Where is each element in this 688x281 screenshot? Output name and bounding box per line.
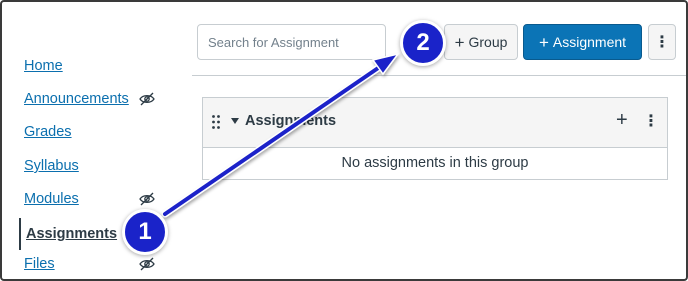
more-options-button[interactable]: ⋮ [648, 24, 676, 60]
assignment-group-header[interactable]: Assignments + ⋮ [203, 98, 667, 148]
nav-item-syllabus[interactable]: Syllabus [19, 153, 169, 179]
nav-item-label[interactable]: Syllabus [19, 158, 79, 174]
nav-item-label[interactable]: Home [19, 58, 63, 74]
eye-off-icon [139, 257, 155, 271]
assignment-group: Assignments + ⋮ No assignments in this g… [202, 97, 668, 180]
nav-item-grades[interactable]: Grades [19, 119, 169, 145]
eye-off-icon [139, 192, 155, 206]
add-assignment-button[interactable]: + Assignment [523, 24, 642, 60]
empty-group-message: No assignments in this group [341, 155, 529, 171]
eye-off-icon [139, 92, 155, 106]
nav-item-label[interactable]: Grades [19, 124, 72, 140]
nav-item-announcements[interactable]: Announcements [19, 86, 169, 112]
nav-item-label[interactable]: Announcements [19, 91, 129, 107]
kebab-icon: ⋮ [654, 34, 670, 51]
add-group-button[interactable]: + Group [444, 24, 518, 60]
search-assignment-field[interactable] [197, 24, 386, 60]
screenshot-frame: Home Announcements Grades Syllabus Modul… [0, 0, 688, 281]
collapse-caret-icon[interactable] [231, 118, 239, 124]
add-group-label: Group [468, 34, 508, 50]
search-input[interactable] [208, 34, 385, 50]
assignment-group-title: Assignments [245, 113, 337, 129]
group-options-button[interactable]: ⋮ [643, 111, 659, 131]
nav-item-label[interactable]: Files [19, 256, 55, 272]
plus-icon: + [538, 32, 549, 52]
plus-icon: + [454, 32, 465, 52]
nav-item-home[interactable]: Home [19, 53, 169, 79]
drag-handle-icon[interactable] [211, 114, 221, 130]
callout-badge-2: 2 [400, 20, 446, 66]
nav-item-label[interactable]: Assignments [21, 226, 117, 242]
callout-badge-1: 1 [122, 209, 168, 255]
add-to-group-button[interactable]: + [616, 110, 628, 130]
nav-item-label[interactable]: Modules [19, 191, 79, 207]
add-assignment-label: Assignment [552, 34, 627, 50]
toolbar-divider [192, 75, 686, 76]
